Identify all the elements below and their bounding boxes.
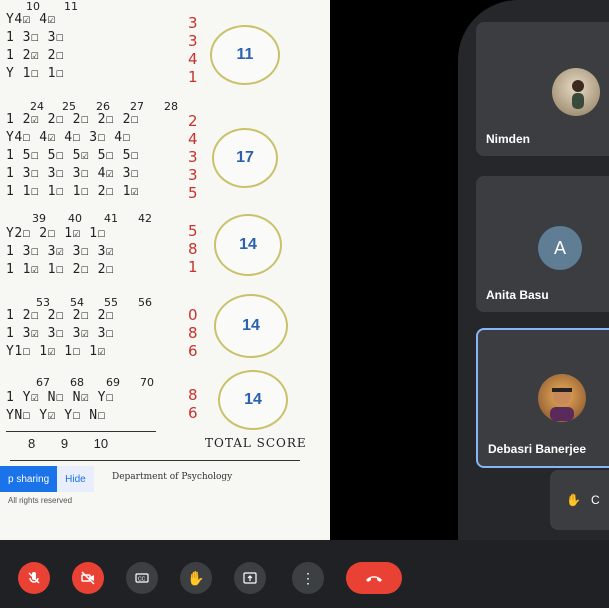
cc-icon: CC — [135, 573, 149, 583]
black-gap — [330, 0, 458, 540]
hand-icon: ✋ — [187, 569, 205, 586]
score-circle: 14 — [214, 294, 288, 358]
question-number: 67 — [36, 376, 50, 389]
divider — [6, 431, 156, 432]
scale-numbers: 8 9 10 — [28, 436, 109, 451]
question-number: 70 — [140, 376, 154, 389]
answer-row: 1 1☐ 1☐ 1☐ 2☐ 1☑ — [6, 184, 140, 199]
avatar — [552, 68, 600, 116]
svg-text:CC: CC — [138, 577, 146, 583]
participants-panel: Nimden A Anita Basu Debasri Banerjee ✋ C — [458, 0, 609, 540]
participant-tile-anita-basu[interactable]: A Anita Basu — [476, 176, 609, 312]
present-icon — [243, 572, 257, 584]
answer-row: Y4☐ 4☑ 4☐ 3☐ 4☐ — [6, 130, 131, 145]
red-marks: 8 6 — [188, 386, 198, 422]
department-footer: Department of Psychology — [112, 472, 233, 482]
question-number: 68 — [70, 376, 84, 389]
mic-toggle-button[interactable] — [18, 562, 50, 594]
mic-off-icon — [28, 572, 40, 584]
avatar-letter: A — [538, 226, 582, 270]
shared-screen-document: 10 11 Y4☑ 4☑ 1 3☐ 3☐ 1 2☑ 2☐ Y 1☐ 1☐ 3 3… — [0, 0, 330, 540]
meeting-controls-bar: CC ✋ ⋮ — [0, 540, 609, 608]
person-icon — [550, 387, 574, 421]
question-number: 42 — [138, 212, 152, 225]
answer-row: Y1☐ 1☑ 1☐ 1☑ — [6, 344, 106, 359]
answer-row: 1 3☐ 3☑ 3☐ 3☑ — [6, 244, 115, 259]
answer-row: 1 3☑ 3☐ 3☑ 3☐ — [6, 326, 115, 341]
score-circle: 14 — [214, 214, 282, 276]
answer-row: Y2☐ 2☐ 1☑ 1☐ — [6, 226, 106, 241]
total-score-label: TOTAL SCORE — [205, 436, 307, 450]
red-marks: 2 4 3 3 5 — [188, 112, 198, 202]
score-circle: 17 — [212, 128, 278, 188]
hand-icon: ✋ — [566, 493, 581, 507]
hide-button[interactable]: Hide — [57, 466, 94, 492]
answer-row: 1 1☑ 1☐ 2☐ 2☐ — [6, 262, 115, 277]
raise-hand-chip-label: C — [590, 493, 600, 507]
answer-row: 1 3☐ 3☐ — [6, 30, 65, 45]
question-number: 69 — [106, 376, 120, 389]
participant-name: Anita Basu — [486, 288, 549, 302]
participant-name: Debasri Banerjee — [488, 442, 587, 456]
question-number: 40 — [68, 212, 82, 225]
end-call-button[interactable] — [346, 562, 402, 594]
score-circle: 11 — [210, 25, 280, 85]
question-number: 41 — [104, 212, 118, 225]
participant-tile-nimden[interactable]: Nimden — [476, 22, 609, 156]
answer-row: 1 Y☑ N☐ N☑ Y☐ — [6, 390, 115, 405]
question-number: 56 — [138, 296, 152, 309]
question-number: 28 — [164, 100, 178, 113]
rights-footer: All rights reserved — [8, 496, 73, 505]
question-number: 11 — [64, 0, 78, 13]
red-marks: 5 8 1 — [188, 222, 198, 276]
answer-row: 1 2☑ 2☐ 2☐ 2☐ 2☐ — [6, 112, 140, 127]
person-icon — [572, 80, 584, 109]
stop-sharing-button[interactable]: p sharing — [0, 466, 58, 492]
answer-row: 1 2☑ 2☐ — [6, 48, 65, 63]
more-vert-icon: ⋮ — [301, 569, 315, 586]
raise-hand-chip[interactable]: ✋ C — [550, 470, 609, 530]
end-call-icon — [366, 576, 382, 582]
camera-off-icon — [81, 571, 95, 585]
avatar — [538, 374, 586, 422]
participant-name: Nimden — [486, 132, 531, 146]
screen-sharing-bar: p sharing Hide — [0, 466, 94, 492]
answer-row: Y4☑ 4☑ — [6, 12, 56, 27]
camera-toggle-button[interactable] — [72, 562, 104, 594]
answer-row: YN☐ Y☑ Y☐ N☐ — [6, 408, 106, 423]
present-button[interactable] — [234, 562, 266, 594]
captions-button[interactable]: CC — [126, 562, 158, 594]
answer-row: 1 3☐ 3☐ 3☐ 4☑ 3☐ — [6, 166, 140, 181]
score-circle: 14 — [218, 370, 288, 430]
more-options-button[interactable]: ⋮ — [292, 562, 324, 594]
red-marks: 0 8 6 — [188, 306, 198, 360]
raise-hand-button[interactable]: ✋ — [180, 562, 212, 594]
divider — [10, 460, 300, 461]
red-marks: 3 3 4 1 — [188, 14, 198, 86]
participant-tile-debasri-banerjee[interactable]: Debasri Banerjee — [476, 328, 609, 468]
answer-row: Y 1☐ 1☐ — [6, 66, 65, 81]
answer-row: 1 5☐ 5☐ 5☑ 5☐ 5☐ — [6, 148, 140, 163]
question-number: 39 — [32, 212, 46, 225]
answer-row: 1 2☐ 2☐ 2☐ 2☐ — [6, 308, 115, 323]
